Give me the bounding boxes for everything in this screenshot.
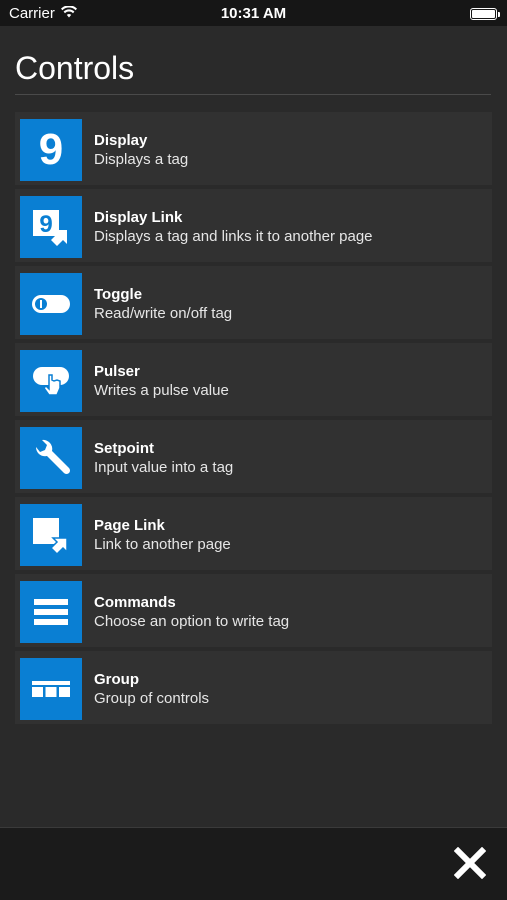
control-name: Toggle [94, 286, 143, 303]
toggle-icon [20, 273, 82, 335]
control-name: Display [94, 132, 148, 149]
close-button[interactable] [453, 846, 487, 880]
control-item-pulser[interactable]: Pulser Writes a pulse value [15, 343, 492, 416]
display-icon: 9 [20, 119, 82, 181]
battery-icon [470, 8, 500, 20]
page-link-icon [20, 504, 82, 566]
control-name: Page Link [94, 517, 165, 534]
controls-panel: Controls 9 Display Displays a tag 9 Disp… [0, 26, 507, 827]
controls-list: 9 Display Displays a tag 9 Display Link … [15, 112, 492, 728]
pulser-icon [20, 350, 82, 412]
bottom-toolbar [0, 827, 507, 900]
control-description: Link to another page [94, 536, 231, 553]
commands-icon [20, 581, 82, 643]
title-divider [15, 94, 491, 95]
wrench-icon [20, 427, 82, 489]
control-item-commands[interactable]: Commands Choose an option to write tag [15, 574, 492, 647]
control-item-setpoint[interactable]: Setpoint Input value into a tag [15, 420, 492, 493]
control-description: Group of controls [94, 690, 210, 707]
control-name: Display Link [94, 209, 183, 226]
close-icon [454, 847, 486, 879]
control-name: Group [94, 671, 139, 688]
control-item-display[interactable]: 9 Display Displays a tag [15, 112, 492, 185]
status-time: 10:31 AM [220, 5, 287, 22]
svg-text:9: 9 [39, 211, 52, 238]
control-item-group[interactable]: Group Group of controls [15, 651, 492, 724]
display-link-icon: 9 [20, 196, 82, 258]
control-name: Pulser [94, 363, 140, 380]
control-name: Setpoint [94, 440, 154, 457]
status-bar: Carrier 10:31 AM [0, 0, 507, 26]
control-name: Commands [94, 594, 176, 611]
control-description: Displays a tag and links it to another p… [94, 228, 373, 245]
control-description: Displays a tag [94, 151, 189, 168]
control-item-page-link[interactable]: Page Link Link to another page [15, 497, 492, 570]
control-item-display-link[interactable]: 9 Display Link Displays a tag and links … [15, 189, 492, 262]
page-title: Controls [15, 50, 135, 86]
control-description: Writes a pulse value [94, 382, 229, 399]
control-description: Choose an option to write tag [94, 613, 290, 630]
control-description: Read/write on/off tag [94, 305, 233, 322]
group-icon [20, 658, 82, 720]
control-item-toggle[interactable]: Toggle Read/write on/off tag [15, 266, 492, 339]
control-description: Input value into a tag [94, 459, 234, 476]
